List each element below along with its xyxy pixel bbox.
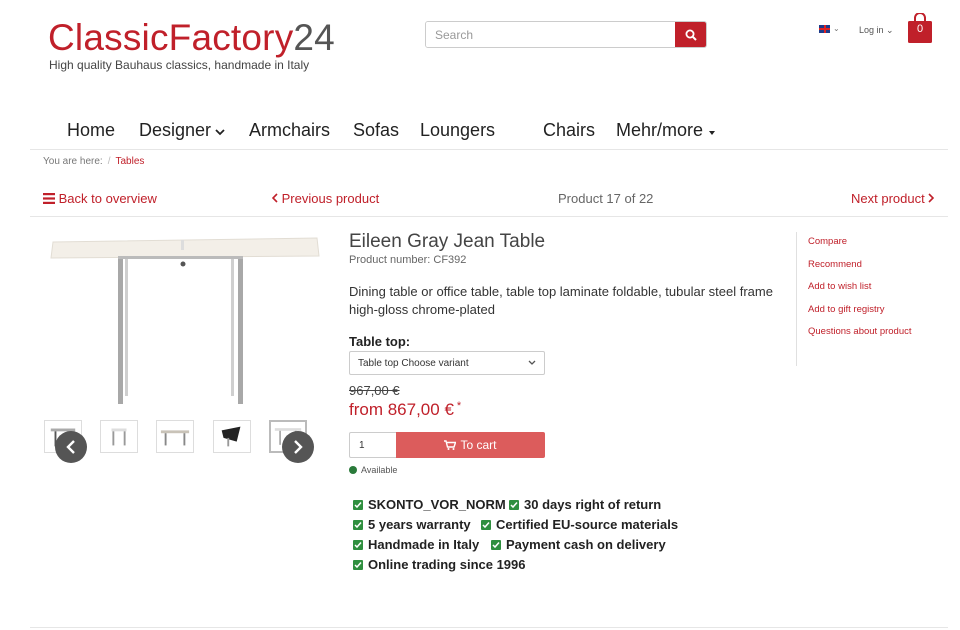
nav-designer-label: Designer bbox=[139, 120, 212, 140]
next-product-label: Next product bbox=[851, 191, 925, 206]
language-selector[interactable]: ⌄ bbox=[819, 24, 840, 33]
compare-link[interactable]: Compare bbox=[808, 236, 847, 247]
product-position: Product 17 of 22 bbox=[558, 191, 654, 206]
feature-item: SKONTO_VOR_NORM bbox=[353, 497, 506, 512]
feature-label: Online trading since 1996 bbox=[368, 557, 526, 572]
logo-part2: Factory bbox=[168, 17, 294, 58]
check-icon bbox=[353, 559, 363, 570]
feature-label: SKONTO_VOR_NORM bbox=[368, 497, 506, 512]
variant-select-value: Table top Choose variant bbox=[358, 357, 469, 369]
price-footnote: * bbox=[456, 400, 462, 412]
check-icon bbox=[353, 519, 363, 530]
feature-item: 30 days right of return bbox=[509, 497, 661, 512]
quantity-input[interactable]: 1 bbox=[349, 432, 397, 458]
nav-chairs[interactable]: Chairs bbox=[543, 120, 595, 141]
chevron-down-icon bbox=[215, 129, 225, 136]
back-to-overview-link[interactable]: Back to overview bbox=[43, 191, 157, 206]
nav-more-label: Mehr/more bbox=[616, 120, 704, 140]
variant-select[interactable]: Table top Choose variant bbox=[349, 351, 545, 375]
gallery-prev-button[interactable] bbox=[55, 431, 87, 463]
login-link[interactable]: Log in ⌄ bbox=[859, 25, 894, 36]
nav-designer[interactable]: Designer bbox=[139, 120, 225, 141]
previous-product-link[interactable]: Previous product bbox=[271, 191, 380, 206]
menu-list-icon bbox=[43, 193, 55, 204]
nav-loungers[interactable]: Loungers bbox=[420, 120, 495, 141]
logo-part1: Classic bbox=[48, 17, 169, 58]
site-tagline: High quality Bauhaus classics, handmade … bbox=[49, 58, 310, 72]
caret-down-icon bbox=[709, 131, 716, 135]
price: from 867,00 € * bbox=[349, 400, 461, 420]
feature-label: 5 years warranty bbox=[368, 517, 471, 532]
back-to-overview-label: Back to overview bbox=[58, 191, 157, 206]
add-to-cart-label: To cart bbox=[460, 438, 497, 452]
gallery-next-button[interactable] bbox=[282, 431, 314, 463]
questions-link[interactable]: Questions about product bbox=[808, 326, 912, 337]
feature-item: Payment cash on delivery bbox=[491, 537, 666, 552]
product-thumbnail[interactable] bbox=[100, 420, 138, 453]
add-to-cart-button[interactable]: To cart bbox=[396, 432, 545, 458]
divider bbox=[30, 216, 948, 217]
availability-label: Available bbox=[361, 465, 398, 475]
search-button[interactable] bbox=[675, 22, 706, 47]
search-icon bbox=[685, 29, 697, 41]
recommend-link[interactable]: Recommend bbox=[808, 259, 862, 270]
product-number: Product number: CF392 bbox=[349, 254, 467, 266]
search-input[interactable] bbox=[426, 22, 675, 47]
check-icon bbox=[481, 519, 491, 530]
nav-sofas[interactable]: Sofas bbox=[353, 120, 399, 141]
cart-count-badge: 0 bbox=[916, 23, 924, 35]
old-price: 967,00 € bbox=[349, 383, 400, 398]
previous-product-label: Previous product bbox=[281, 191, 380, 206]
product-description: Dining table or office table, table top … bbox=[349, 284, 773, 317]
wishlist-link[interactable]: Add to wish list bbox=[808, 281, 871, 292]
check-icon bbox=[509, 499, 519, 510]
chevron-left-icon bbox=[66, 440, 75, 454]
feature-item: Certified EU-source materials bbox=[481, 517, 678, 532]
product-thumbnail[interactable] bbox=[213, 420, 251, 453]
availability-status: Available bbox=[349, 465, 397, 475]
availability-dot-icon bbox=[349, 466, 357, 474]
breadcrumb-tables[interactable]: Tables bbox=[115, 156, 144, 167]
price-value: from 867,00 € bbox=[349, 400, 454, 419]
cart-icon bbox=[444, 440, 457, 450]
site-logo[interactable]: ClassicFactory24 bbox=[48, 16, 335, 60]
check-icon bbox=[353, 499, 363, 510]
search-bar bbox=[425, 21, 707, 48]
divider bbox=[30, 149, 948, 150]
feature-item: Online trading since 1996 bbox=[353, 557, 526, 572]
language-caret: ⌄ bbox=[833, 24, 840, 33]
product-thumbnail[interactable] bbox=[156, 420, 194, 453]
next-product-link[interactable]: Next product bbox=[851, 191, 935, 206]
breadcrumb-separator: / bbox=[107, 156, 111, 167]
feature-label: Handmade in Italy bbox=[368, 537, 480, 552]
chevron-right-icon bbox=[294, 440, 303, 454]
feature-item: 5 years warranty bbox=[353, 517, 471, 532]
logo-part3: 24 bbox=[293, 17, 335, 58]
nav-home[interactable]: Home bbox=[67, 120, 115, 141]
chevron-right-icon bbox=[928, 193, 935, 203]
product-actions: Compare Recommend Add to wish list Add t… bbox=[796, 232, 926, 366]
variant-label: Table top: bbox=[349, 334, 411, 349]
product-title: Eileen Gray Jean Table bbox=[349, 231, 546, 252]
feature-label: Payment cash on delivery bbox=[506, 537, 666, 552]
breadcrumb: You are here: / Tables bbox=[43, 156, 144, 167]
feature-label: 30 days right of return bbox=[524, 497, 662, 512]
check-icon bbox=[353, 539, 363, 550]
check-icon bbox=[491, 539, 501, 550]
gift-registry-link[interactable]: Add to gift registry bbox=[808, 304, 885, 315]
nav-armchairs[interactable]: Armchairs bbox=[249, 120, 330, 141]
feature-item: Handmade in Italy bbox=[353, 537, 479, 552]
flag-uk-icon bbox=[819, 24, 830, 33]
chevron-left-icon bbox=[271, 193, 278, 203]
breadcrumb-prefix: You are here: bbox=[43, 156, 103, 167]
product-image[interactable] bbox=[45, 228, 325, 408]
main-nav: Home Designer Armchairs Sofas Loungers C… bbox=[0, 120, 960, 148]
feature-label: Certified EU-source materials bbox=[496, 517, 679, 532]
nav-more[interactable]: Mehr/more bbox=[616, 120, 716, 141]
divider bbox=[30, 627, 948, 628]
chevron-down-icon bbox=[528, 360, 536, 365]
